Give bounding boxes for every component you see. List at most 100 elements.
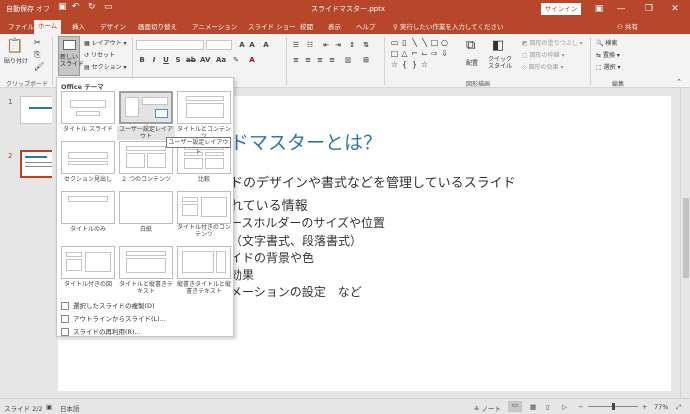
undo-icon[interactable]: ↶ xyxy=(72,2,80,12)
change-case-icon[interactable]: Aa xyxy=(216,56,226,64)
zoom-slider-thumb[interactable] xyxy=(612,403,615,410)
share-button[interactable]: ⚇ 共有 xyxy=(617,21,638,31)
layout-picture-with-caption[interactable] xyxy=(61,246,115,279)
bold-icon[interactable]: B xyxy=(138,56,146,64)
slide-title[interactable]: ドマスターとは？ xyxy=(230,128,382,155)
tab-design[interactable]: デザイン xyxy=(96,21,130,34)
tab-insert[interactable]: 挿入 xyxy=(68,21,89,34)
layout-title-vertical-text[interactable] xyxy=(119,246,173,279)
numbering-icon[interactable]: ☷ xyxy=(306,41,314,49)
replace-button[interactable]: ⇆ 置換 ▾ xyxy=(596,50,620,59)
tab-transitions[interactable]: 画面切り替え xyxy=(134,21,181,34)
align-center-icon[interactable]: ≡ xyxy=(304,56,312,64)
ribbon-options-icon[interactable]: ▣ xyxy=(590,2,608,16)
normal-view-icon[interactable]: ▭ xyxy=(508,401,522,412)
underline-icon[interactable]: U xyxy=(162,56,170,64)
cut-icon[interactable]: ✂ xyxy=(34,38,41,47)
close-icon[interactable]: ✕ xyxy=(666,2,684,16)
sorter-view-icon[interactable]: ▦ xyxy=(530,403,536,411)
zoom-in-icon[interactable]: + xyxy=(642,403,647,411)
layout-blank[interactable] xyxy=(119,191,173,224)
slideshow-view-icon[interactable]: ▷ xyxy=(562,403,567,411)
shape-effect-button[interactable]: ◇ 図形の効果 ▾ xyxy=(522,62,563,71)
language-indicator[interactable]: 日本語 xyxy=(60,403,80,413)
align-right-icon[interactable]: ≡ xyxy=(316,56,324,64)
text-direction-icon[interactable]: ⇅ xyxy=(362,41,370,49)
tab-animations[interactable]: アニメーション xyxy=(188,21,241,34)
layout-title-content[interactable] xyxy=(177,91,231,124)
zoom-level[interactable]: 77% xyxy=(654,403,668,411)
arrow-right-shape-icon[interactable]: ⇨ xyxy=(430,49,439,58)
tab-help[interactable]: ヘルプ xyxy=(352,21,380,34)
section-button[interactable]: ▤ セクション ▾ xyxy=(84,62,127,71)
reading-view-icon[interactable]: ▯ xyxy=(546,403,550,411)
arrange-icon[interactable]: ⧉ xyxy=(466,38,475,53)
shapes-gallery[interactable]: ▭ ▯ ╲ ╲ □ ○ □ △ ⌐ ⌙ ⇨ ⇩ ☆ { } ☆ xyxy=(390,38,454,74)
bullets-icon[interactable]: ☰ xyxy=(292,41,300,49)
corner-shape-icon[interactable]: ⌙ xyxy=(420,49,429,58)
grow-font-icon[interactable]: A xyxy=(238,41,246,49)
format-painter-icon[interactable]: 🖌 xyxy=(34,62,44,71)
collapse-ribbon-icon[interactable]: ⌃ xyxy=(676,78,682,86)
arrange-button[interactable]: 配置 xyxy=(466,58,478,67)
body-line[interactable]: れている情報 xyxy=(230,195,308,214)
save-icon[interactable]: ▣ xyxy=(58,2,67,12)
layout-button[interactable]: ▦ レイアウト ▾ xyxy=(84,38,127,47)
tab-slideshow[interactable]: スライド ショー xyxy=(244,21,300,34)
font-name-field[interactable] xyxy=(136,40,204,50)
rect2-shape-icon[interactable]: □ xyxy=(390,49,399,58)
tell-me-search[interactable]: ♀ 実行したい作業を入力してください xyxy=(393,21,503,31)
reset-button[interactable]: ↺ リセット xyxy=(84,50,115,59)
body-line[interactable]: ドのデザインや書式などを管理しているスライド xyxy=(230,172,516,191)
redo-icon[interactable]: ↻ xyxy=(88,2,96,12)
body-line[interactable]: イドの背景や色 xyxy=(230,249,314,266)
spacing-icon[interactable]: AV xyxy=(200,56,210,64)
triangle-shape-icon[interactable]: △ xyxy=(400,49,409,58)
restore-icon[interactable]: ❐ xyxy=(640,2,658,16)
layout-vertical-title-text[interactable] xyxy=(177,246,231,279)
bracket2-shape-icon[interactable]: } xyxy=(410,60,419,69)
italic-icon[interactable]: I xyxy=(150,56,158,64)
spellcheck-icon[interactable]: ▣ xyxy=(46,403,52,411)
font-size-field[interactable] xyxy=(206,40,232,50)
rect-shape-icon[interactable]: □ xyxy=(430,38,439,47)
justify-icon[interactable]: ≡ xyxy=(328,56,336,64)
scrollbar-thumb[interactable] xyxy=(683,198,689,278)
tab-file[interactable]: ファイル xyxy=(4,21,38,34)
body-line[interactable]: ースホルダーのサイズや位置 xyxy=(230,214,385,231)
tab-view[interactable]: 表示 xyxy=(324,21,345,34)
line-shape-icon[interactable]: ╲ xyxy=(410,38,419,47)
textbox-shape-icon[interactable]: ▭ xyxy=(390,38,399,47)
smartart-icon[interactable]: ⊞ xyxy=(362,56,370,64)
line-spacing-icon[interactable]: ↕ xyxy=(348,41,356,49)
zoom-slider[interactable] xyxy=(588,403,638,410)
indent-decrease-icon[interactable]: ⇤ xyxy=(322,41,330,49)
paste-icon[interactable]: 📋 xyxy=(6,38,23,54)
fit-slide-icon[interactable]: ⤢ xyxy=(676,403,681,412)
new-slide-button[interactable]: 新しい スライド xyxy=(58,36,84,76)
quick-style-icon[interactable]: ◧ xyxy=(492,38,504,53)
line2-shape-icon[interactable]: ╲ xyxy=(420,38,429,47)
select-button[interactable]: ⬚ 選択 ▾ xyxy=(596,62,621,71)
paste-button[interactable]: 貼り付け xyxy=(4,56,28,65)
layout-title-only[interactable] xyxy=(61,191,115,224)
clear-format-icon[interactable]: A xyxy=(262,41,270,49)
shape-outline-button[interactable]: ▢ 図形の枠線 ▾ xyxy=(522,50,565,59)
highlight-icon[interactable]: ✎ xyxy=(232,56,240,64)
notes-button[interactable]: ≗ ノート xyxy=(474,403,501,413)
signin-button[interactable]: サインイン xyxy=(541,3,581,15)
zoom-out-icon[interactable]: − xyxy=(578,403,583,411)
body-line[interactable]: メーションの設定 など xyxy=(230,283,362,300)
vtextbox-shape-icon[interactable]: ▯ xyxy=(400,38,409,47)
tab-home[interactable]: ホーム xyxy=(34,20,62,34)
oval-shape-icon[interactable]: ○ xyxy=(440,38,449,47)
minimize-icon[interactable]: — xyxy=(612,2,630,16)
shrink-font-icon[interactable]: A xyxy=(248,41,256,49)
present-icon[interactable]: ▭ xyxy=(104,2,113,12)
layout-section-header[interactable] xyxy=(61,141,115,174)
vertical-scrollbar[interactable] xyxy=(680,88,690,398)
indent-increase-icon[interactable]: ⇥ xyxy=(334,41,342,49)
layout-two-content[interactable] xyxy=(119,141,173,174)
layout-custom[interactable] xyxy=(119,91,173,124)
font-color-icon[interactable]: A xyxy=(248,56,256,64)
